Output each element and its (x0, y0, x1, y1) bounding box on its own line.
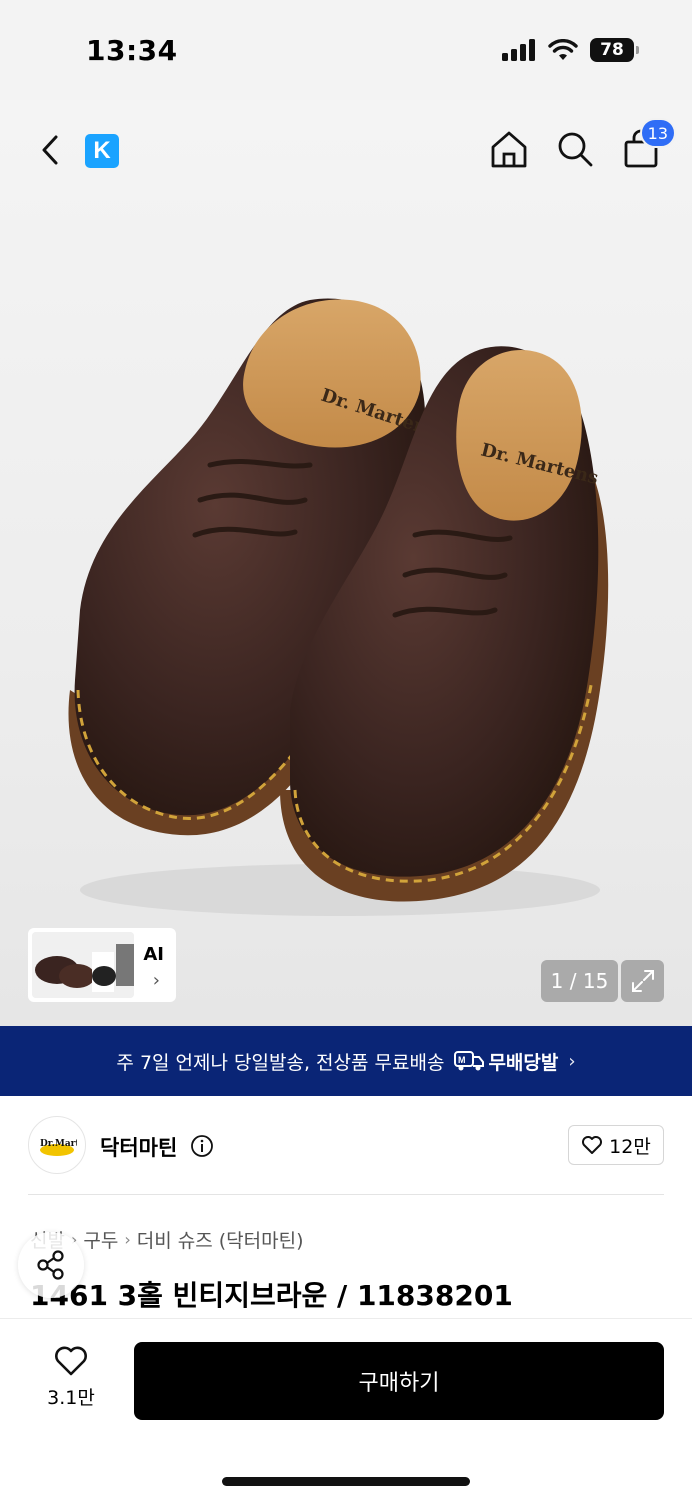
home-icon[interactable] (488, 128, 530, 170)
thumbnail-image (32, 932, 134, 998)
wishlist-button[interactable]: 3.1만 (36, 1345, 106, 1410)
chevron-right-icon: › (124, 1230, 131, 1249)
chevron-right-icon: › (152, 970, 160, 991)
wishlist-count: 3.1만 (47, 1387, 95, 1409)
dr-martens-logo-icon: Dr.Martens (40, 1139, 77, 1156)
free-delivery-badge: M 무배당발 (454, 1048, 558, 1075)
breadcrumb-item[interactable]: 구두 (83, 1226, 118, 1253)
ai-similar-thumbnail[interactable]: AI › (28, 928, 176, 1002)
brand-logo[interactable]: Dr.Martens (28, 1116, 86, 1174)
svg-text:M: M (458, 1055, 466, 1065)
brand-like-button[interactable]: 12만 (568, 1125, 664, 1165)
battery-level: 78 (600, 40, 624, 60)
nav-actions: 13 (488, 118, 676, 170)
app-logo-letter: K (93, 137, 111, 164)
svg-text:Dr.Martens: Dr.Martens (40, 1139, 77, 1149)
delivery-truck-icon: M (454, 1051, 485, 1071)
home-indicator (222, 1477, 470, 1486)
share-icon (37, 1250, 64, 1280)
expand-icon (631, 970, 654, 992)
heart-icon (582, 1136, 603, 1154)
expand-button[interactable] (621, 960, 664, 1002)
free-delivery-label: 무배당발 (488, 1051, 559, 1074)
image-pager: 1 / 15 (541, 960, 618, 1002)
delivery-banner[interactable]: 주 7일 언제나 당일발송, 전상품 무료배송 M 무배당발 › (0, 1026, 692, 1096)
cart-button[interactable]: 13 (620, 118, 676, 170)
back-arrow-icon[interactable] (34, 132, 70, 168)
ai-label: AI (143, 944, 164, 965)
product-gallery[interactable]: K 13 Dr. Martens Dr. Martens AI › 1 / 15 (0, 100, 692, 1026)
brand-name[interactable]: 닥터마틴 (100, 1132, 177, 1162)
buy-button[interactable]: 구매하기 (134, 1342, 664, 1420)
info-icon[interactable] (190, 1134, 214, 1158)
brand-like-count: 12만 (609, 1135, 651, 1158)
top-nav: K 13 (0, 118, 692, 182)
chevron-right-icon: › (568, 1050, 576, 1072)
cellular-signal-icon (502, 39, 535, 61)
app-logo[interactable]: K (85, 134, 119, 168)
banner-text: 주 7일 언제나 당일발송, 전상품 무료배송 (116, 1051, 445, 1074)
breadcrumb-item[interactable]: 더비 슈즈 (닥터마틴) (137, 1226, 304, 1253)
divider (28, 1194, 664, 1195)
heart-icon (55, 1346, 87, 1376)
brand-row: Dr.Martens 닥터마틴 12만 (28, 1116, 664, 1176)
purchase-bar: 3.1만 구매하기 (0, 1318, 692, 1500)
cart-count-badge: 13 (639, 118, 676, 148)
product-image: Dr. Martens Dr. Martens (68, 298, 609, 916)
status-bar: 13:34 78 (0, 0, 692, 100)
product-title: 1461 3홀 빈티지브라운 / 11838201 (30, 1279, 513, 1312)
share-button[interactable] (18, 1232, 84, 1298)
status-icons: 78 (502, 38, 639, 62)
wifi-icon (548, 39, 578, 60)
status-time: 13:34 (86, 34, 178, 67)
battery-indicator: 78 (590, 38, 639, 62)
search-icon[interactable] (554, 128, 596, 170)
